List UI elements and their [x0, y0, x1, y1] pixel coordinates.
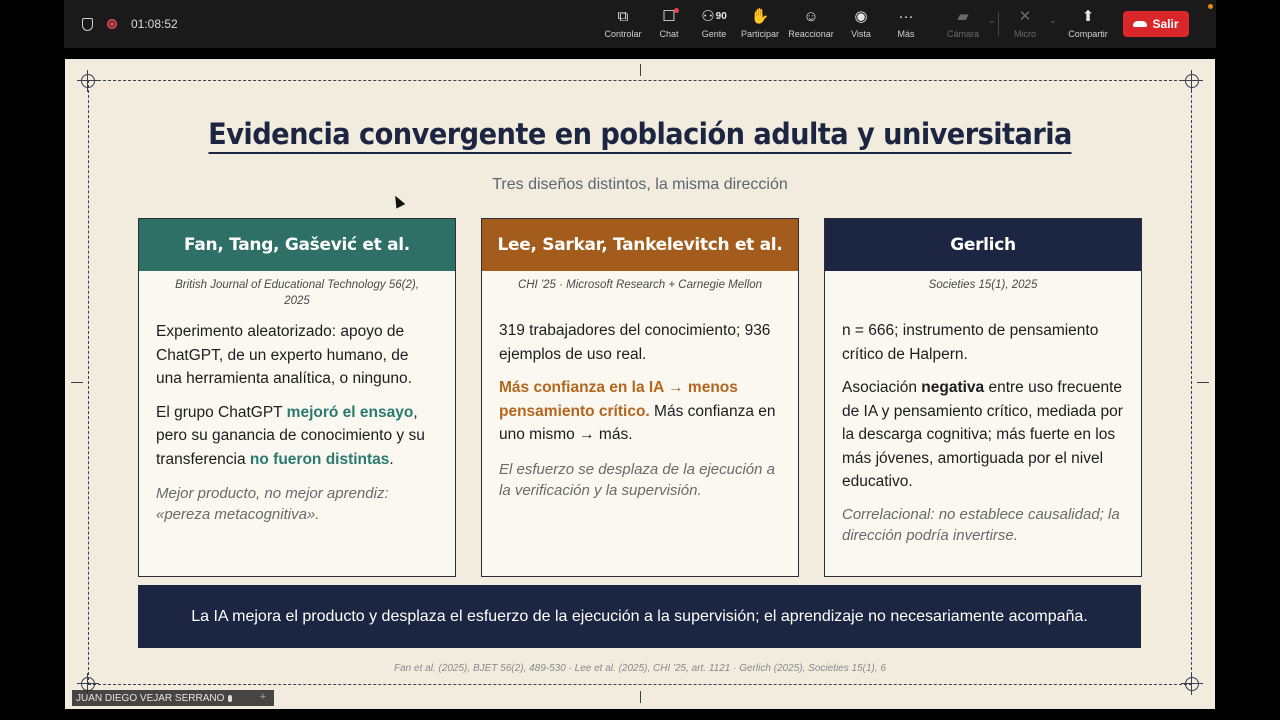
shared-slide: Evidencia convergente en población adult… [65, 59, 1215, 709]
crosshair-mark [1181, 70, 1203, 92]
study-card-fan: Fan, Tang, Gašević et al. British Journa… [138, 218, 456, 577]
camera-options-chevron-icon[interactable]: ⌄ [988, 15, 996, 26]
mic-icon [228, 694, 233, 702]
card-header: Lee, Sarkar, Tankelevitch et al. [482, 219, 798, 271]
crosshair-mark [77, 673, 99, 695]
card-text: n = 666; instrumento de pensamiento crít… [842, 322, 1099, 363]
chat-icon: ☐ [662, 6, 679, 26]
meeting-toolbar: 01:08:52 ⧉ Controlar ☐ Chat ⚇ 90 Gente ✋ … [64, 0, 1216, 48]
crosshair-mark [1181, 673, 1203, 695]
card-text: Asociación negativa entre uso frecuente … [842, 379, 1123, 490]
card-header: Fan, Tang, Gašević et al. [139, 219, 455, 271]
share-screen-icon: ⬆ [1081, 8, 1095, 25]
raise-hand-icon: ✋ [750, 8, 770, 25]
card-body: 319 trabajadores del conocimiento; 936 e… [482, 319, 798, 501]
frame-tick [640, 64, 641, 76]
view-icon: ◉ [854, 8, 868, 25]
card-source: CHI '25 · Microsoft Research + Carnegie … [517, 279, 763, 291]
card-body: n = 666; instrumento de pensamiento crít… [825, 319, 1141, 546]
participants-count: 90 [715, 10, 727, 22]
card-text: 319 trabajadores del conocimiento; 936 e… [499, 322, 771, 363]
react-button[interactable]: ☺ Reaccionar [786, 6, 836, 44]
crosshair-mark [77, 70, 99, 92]
people-icon: ⚇ 90 [701, 8, 727, 25]
conclusion-banner: La IA mejora el producto y desplaza el e… [138, 585, 1141, 648]
plus-icon[interactable]: + [260, 691, 266, 703]
camera-off-icon: ▰ [957, 8, 969, 25]
frame-tick [1197, 382, 1209, 383]
remote-control-icon: ⧉ [617, 7, 629, 25]
mic-off-icon: ✕ [1018, 8, 1032, 25]
study-card-lee: Lee, Sarkar, Tankelevitch et al. CHI '25… [481, 218, 799, 577]
slide-title: Evidencia convergente en población adult… [100, 117, 1181, 154]
card-text: Experimento aleatorizado: apoyo de ChatG… [156, 323, 412, 387]
frame-tick [640, 691, 641, 703]
card-note: Correlacional: no establece causalidad; … [842, 505, 1120, 544]
participate-button[interactable]: ✋ Participar [739, 6, 781, 44]
chat-button[interactable]: ☐ Chat [654, 6, 684, 44]
card-header: Gerlich [825, 219, 1141, 271]
more-dots-icon: ··· [898, 7, 914, 25]
card-body: Experimento aleatorizado: apoyo de ChatG… [139, 320, 455, 525]
chat-badge [673, 8, 679, 13]
leave-button[interactable]: Salir [1123, 11, 1189, 37]
frame-tick [71, 382, 83, 383]
shield-icon[interactable] [82, 17, 93, 31]
participant-name: JUAN DIEGO VEJAR SERRANO [76, 692, 225, 704]
study-card-gerlich: Gerlich Societies 15(1), 2025 n = 666; i… [824, 218, 1142, 577]
mic-options-chevron-icon[interactable]: ⌄ [1049, 15, 1057, 26]
participant-nameplate: JUAN DIEGO VEJAR SERRANO + [72, 690, 274, 706]
card-source: Societies 15(1), 2025 [928, 279, 1038, 291]
card-text: Más confianza en la IA → menos pensamien… [499, 379, 776, 443]
smiley-icon: ☺ [803, 7, 819, 25]
card-note: Mejor producto, no mejor aprendiz: «pere… [156, 485, 389, 523]
toolbar-divider [998, 12, 999, 36]
mic-button[interactable]: ✕ Micro [1010, 6, 1040, 44]
control-button[interactable]: ⧉ Controlar [603, 6, 643, 44]
more-button[interactable]: ··· Más [892, 6, 920, 44]
phone-hangup-icon [1133, 21, 1148, 27]
share-button[interactable]: ⬆ Compartir [1066, 6, 1110, 44]
recording-icon [107, 19, 117, 29]
card-text: El grupo ChatGPT mejoró el ensayo, pero … [156, 403, 425, 468]
meeting-timer: 01:08:52 [131, 17, 178, 31]
notification-dot [1208, 4, 1213, 9]
card-note: El esfuerzo se desplaza de la ejecución … [499, 460, 776, 499]
meeting-status: 01:08:52 [82, 0, 178, 48]
people-button[interactable]: ⚇ 90 Gente [696, 6, 732, 44]
camera-button[interactable]: ▰ Cámara [946, 6, 980, 44]
card-source: British Journal of Educational Technolog… [175, 279, 419, 307]
slide-subtitle: Tres diseños distintos, la misma direcci… [492, 176, 788, 193]
view-button[interactable]: ◉ Vista [846, 6, 876, 44]
references-footer: Fan et al. (2025), BJET 56(2), 489-530 ·… [394, 663, 886, 674]
